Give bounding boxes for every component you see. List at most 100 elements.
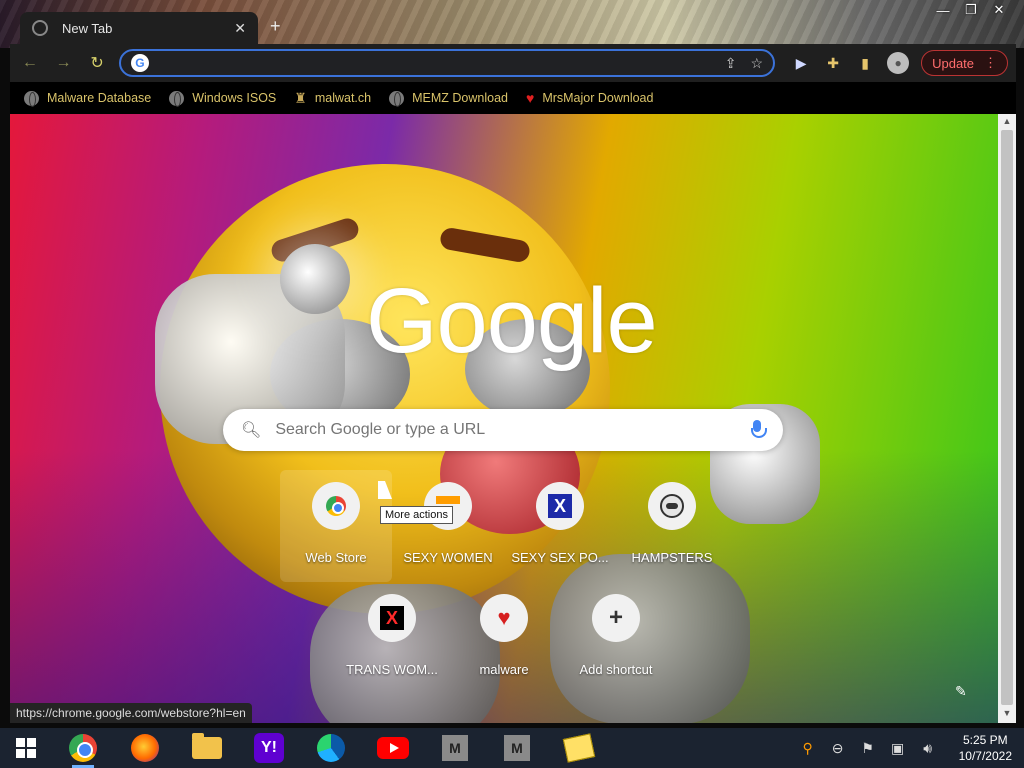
profile-avatar-icon[interactable]: ●	[887, 52, 910, 74]
taskbar-chrome[interactable]	[52, 728, 114, 768]
close-tab-icon[interactable]: ✕	[234, 20, 246, 37]
chrome-web-store-icon	[326, 496, 346, 516]
system-tray: ⚲ ⊖ ⚑ ▣ 🔊︎ 5:25 PM 10/7/2022	[799, 732, 1024, 764]
start-button[interactable]	[0, 728, 52, 768]
m-app-icon: M	[504, 735, 530, 761]
hamster-icon	[660, 494, 684, 518]
shortcut-label: SEXY SEX PO...	[511, 550, 609, 565]
clock[interactable]: 5:25 PM 10/7/2022	[959, 732, 1012, 764]
shortcut-label: Add shortcut	[579, 662, 653, 677]
back-icon[interactable]: ←	[18, 51, 42, 75]
search-box[interactable]: 🔍︎	[223, 409, 783, 451]
customize-pencil-icon[interactable]: ✎	[955, 683, 967, 700]
bookmarks-bar: Malware Database Windows ISOS ♜ malwat.c…	[10, 82, 1016, 114]
scroll-up-icon[interactable]: ▲	[998, 116, 1016, 130]
taskbar-m-app-2[interactable]: M	[486, 728, 548, 768]
shortcut-bubble	[312, 482, 360, 530]
emoji-microphone	[280, 244, 350, 314]
shortcut-trans-wom[interactable]: X TRANS WOM...	[336, 582, 448, 694]
scroll-down-icon[interactable]: ▼	[998, 708, 1016, 722]
close-window-button[interactable]: ✕	[988, 2, 1010, 18]
windows-start-icon	[16, 738, 36, 758]
search-tray-icon[interactable]: ⚲	[799, 740, 817, 757]
clock-time: 5:25 PM	[962, 733, 1008, 747]
flag-icon[interactable]: ⚑	[859, 740, 877, 757]
minimize-button[interactable]: —	[932, 2, 954, 18]
bookmark-item[interactable]: Malware Database	[24, 90, 152, 107]
scroll-thumb[interactable]	[1001, 130, 1013, 705]
bookmark-label: Windows ISOS	[192, 91, 277, 105]
google-icon: G	[130, 54, 149, 72]
browser-toolbar: ← → ↻ G ⇪ ☆ ▶ ✚ ▮ ● Update ⋮	[10, 44, 1016, 82]
x-blue-icon: X	[548, 494, 572, 518]
plus-icon: +	[608, 604, 623, 631]
m-app-icon: M	[442, 735, 468, 761]
page-scrollbar[interactable]: ▲ ▼	[998, 114, 1016, 723]
bookmark-item[interactable]: Windows ISOS	[169, 90, 277, 107]
bookmark-label: MrsMajor Download	[542, 91, 654, 105]
youtube-icon	[377, 737, 409, 759]
share-icon[interactable]: ⇪	[725, 55, 737, 72]
shortcut-sexy-women[interactable]: SEXY WOMEN	[392, 470, 504, 582]
shortcut-label: malware	[479, 662, 529, 677]
side-panel-icon[interactable]: ▮	[855, 55, 875, 72]
menu-dots-icon[interactable]: ⋮	[984, 55, 997, 71]
media-play-icon[interactable]: ▶	[791, 55, 811, 72]
taskbar-youtube[interactable]	[362, 728, 424, 768]
taskbar-yahoo[interactable]: Y!	[238, 728, 300, 768]
bookmark-star-icon[interactable]: ☆	[751, 55, 764, 72]
bookmark-item[interactable]: ♥ MrsMajor Download	[526, 90, 653, 106]
shortcut-malware[interactable]: ♥ malware	[448, 582, 560, 694]
bookmark-label: malwat.ch	[314, 91, 372, 105]
bookmark-item[interactable]: MEMZ Download	[389, 90, 508, 107]
shortcut-sexy-sex-po[interactable]: X SEXY SEX PO...	[504, 470, 616, 582]
omnibox-actions: ⇪ ☆	[725, 55, 763, 72]
figure-icon: ♜	[294, 89, 307, 106]
shortcut-bubble: ♥	[480, 594, 528, 642]
no-sign-icon[interactable]: ⊖	[829, 740, 847, 757]
update-button[interactable]: Update ⋮	[921, 50, 1009, 76]
taskbar-sticky-notes[interactable]	[548, 728, 610, 768]
shortcut-hampsters[interactable]: HAMPSTERS	[616, 470, 728, 582]
address-bar[interactable]: G ⇪ ☆	[118, 49, 776, 77]
address-input[interactable]	[158, 55, 715, 71]
shortcut-label: SEXY WOMEN	[403, 550, 493, 565]
shortcut-add[interactable]: + Add shortcut	[560, 582, 672, 694]
tab-new-tab[interactable]: New Tab ✕	[20, 12, 258, 44]
taskbar-file-explorer[interactable]	[176, 728, 238, 768]
x-red-icon: X	[380, 606, 404, 630]
update-label: Update	[932, 55, 975, 71]
taskbar-edge[interactable]	[300, 728, 362, 768]
network-icon[interactable]: ▣	[889, 740, 907, 757]
bookmark-label: MEMZ Download	[412, 91, 508, 105]
status-url: https://chrome.google.com/webstore?hl=en	[10, 703, 252, 723]
more-actions-tooltip: More actions	[380, 506, 453, 524]
bookmark-label: Malware Database	[47, 91, 152, 105]
maximize-button[interactable]: ❐	[960, 2, 982, 18]
globe-icon	[389, 90, 405, 107]
heart-icon: ♥	[497, 605, 511, 630]
shortcut-label: HAMPSTERS	[631, 550, 713, 565]
new-tab-button[interactable]: +	[270, 16, 281, 37]
taskbar-m-app-1[interactable]: M	[424, 728, 486, 768]
clock-date: 10/7/2022	[958, 749, 1012, 763]
window-controls: — ❐ ✕	[932, 2, 1010, 18]
taskbar-firefox[interactable]	[114, 728, 176, 768]
globe-icon	[169, 90, 185, 107]
bookmark-item[interactable]: ♜ malwat.ch	[294, 90, 371, 107]
heart-icon: ♥	[526, 90, 535, 106]
chrome-tab-icon	[32, 20, 48, 36]
search-icon: 🔍︎	[241, 422, 262, 439]
shortcut-bubble	[648, 482, 696, 530]
chrome-icon	[69, 734, 97, 762]
windows-taskbar: Y! M M ⚲ ⊖ ⚑ ▣ 🔊︎ 5:25 PM 10/7/2022	[0, 728, 1024, 768]
extensions-icon[interactable]: ✚	[823, 55, 843, 72]
microphone-icon[interactable]	[749, 420, 767, 440]
volume-icon[interactable]: 🔊︎	[919, 740, 937, 757]
forward-icon[interactable]: →	[52, 51, 76, 75]
reload-icon[interactable]: ↻	[85, 51, 109, 75]
shortcut-bubble: +	[592, 594, 640, 642]
mouse-cursor-icon	[378, 481, 392, 499]
search-input[interactable]	[275, 421, 735, 439]
google-logo: Google	[366, 270, 658, 372]
